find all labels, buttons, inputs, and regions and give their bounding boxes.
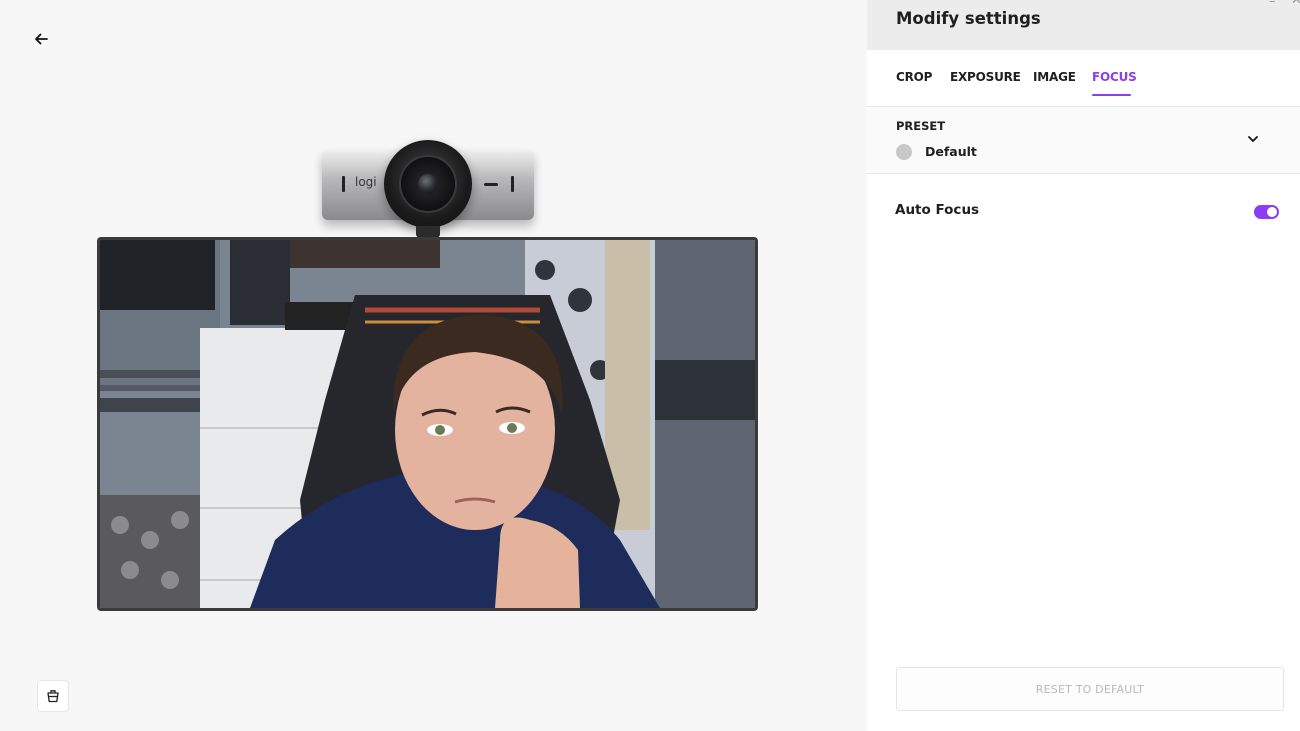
back-button[interactable]: [28, 26, 54, 52]
auto-focus-row: Auto Focus: [867, 174, 1300, 248]
reset-to-default-button[interactable]: RESET TO DEFAULT: [896, 667, 1284, 711]
toggle-knob: [1267, 207, 1277, 217]
webcam-logo: logi: [355, 175, 377, 189]
tab-crop[interactable]: CROP: [896, 70, 932, 84]
arrow-left-icon: [35, 33, 48, 45]
settings-tabs: CROP EXPOSURE IMAGE FOCUS: [867, 50, 1300, 107]
panel-header: Modify settings – ✕: [867, 0, 1300, 50]
settings-panel: Modify settings – ✕ CROP EXPOSURE IMAGE …: [867, 0, 1300, 731]
webcam-marker: [511, 176, 514, 192]
webcam-indicator: [484, 183, 498, 186]
auto-focus-toggle[interactable]: [1254, 205, 1279, 219]
preview-area: logi: [0, 0, 867, 731]
chevron-down-icon: [1248, 136, 1258, 142]
tab-image[interactable]: IMAGE: [1033, 70, 1076, 84]
auto-focus-label: Auto Focus: [895, 202, 980, 218]
preset-value: Default: [925, 144, 977, 159]
store-button[interactable]: [37, 680, 69, 712]
preset-color-dot: [896, 144, 912, 160]
webcam-lens-core: [418, 174, 438, 194]
panel-title: Modify settings: [896, 9, 1041, 28]
webcam-marker: [342, 176, 345, 192]
preset-dropdown[interactable]: PRESET Default: [867, 107, 1300, 174]
tab-exposure[interactable]: EXPOSURE: [950, 70, 1021, 84]
minimize-button[interactable]: –: [1269, 0, 1276, 9]
camera-feed-image: [100, 240, 755, 608]
preset-label: PRESET: [896, 119, 946, 133]
tab-focus[interactable]: FOCUS: [1092, 70, 1137, 84]
close-button[interactable]: ✕: [1291, 0, 1300, 8]
active-tab-indicator: [1092, 94, 1131, 96]
basket-icon: [47, 690, 59, 703]
camera-preview: [97, 237, 758, 611]
webcam-image: logi: [322, 140, 534, 238]
